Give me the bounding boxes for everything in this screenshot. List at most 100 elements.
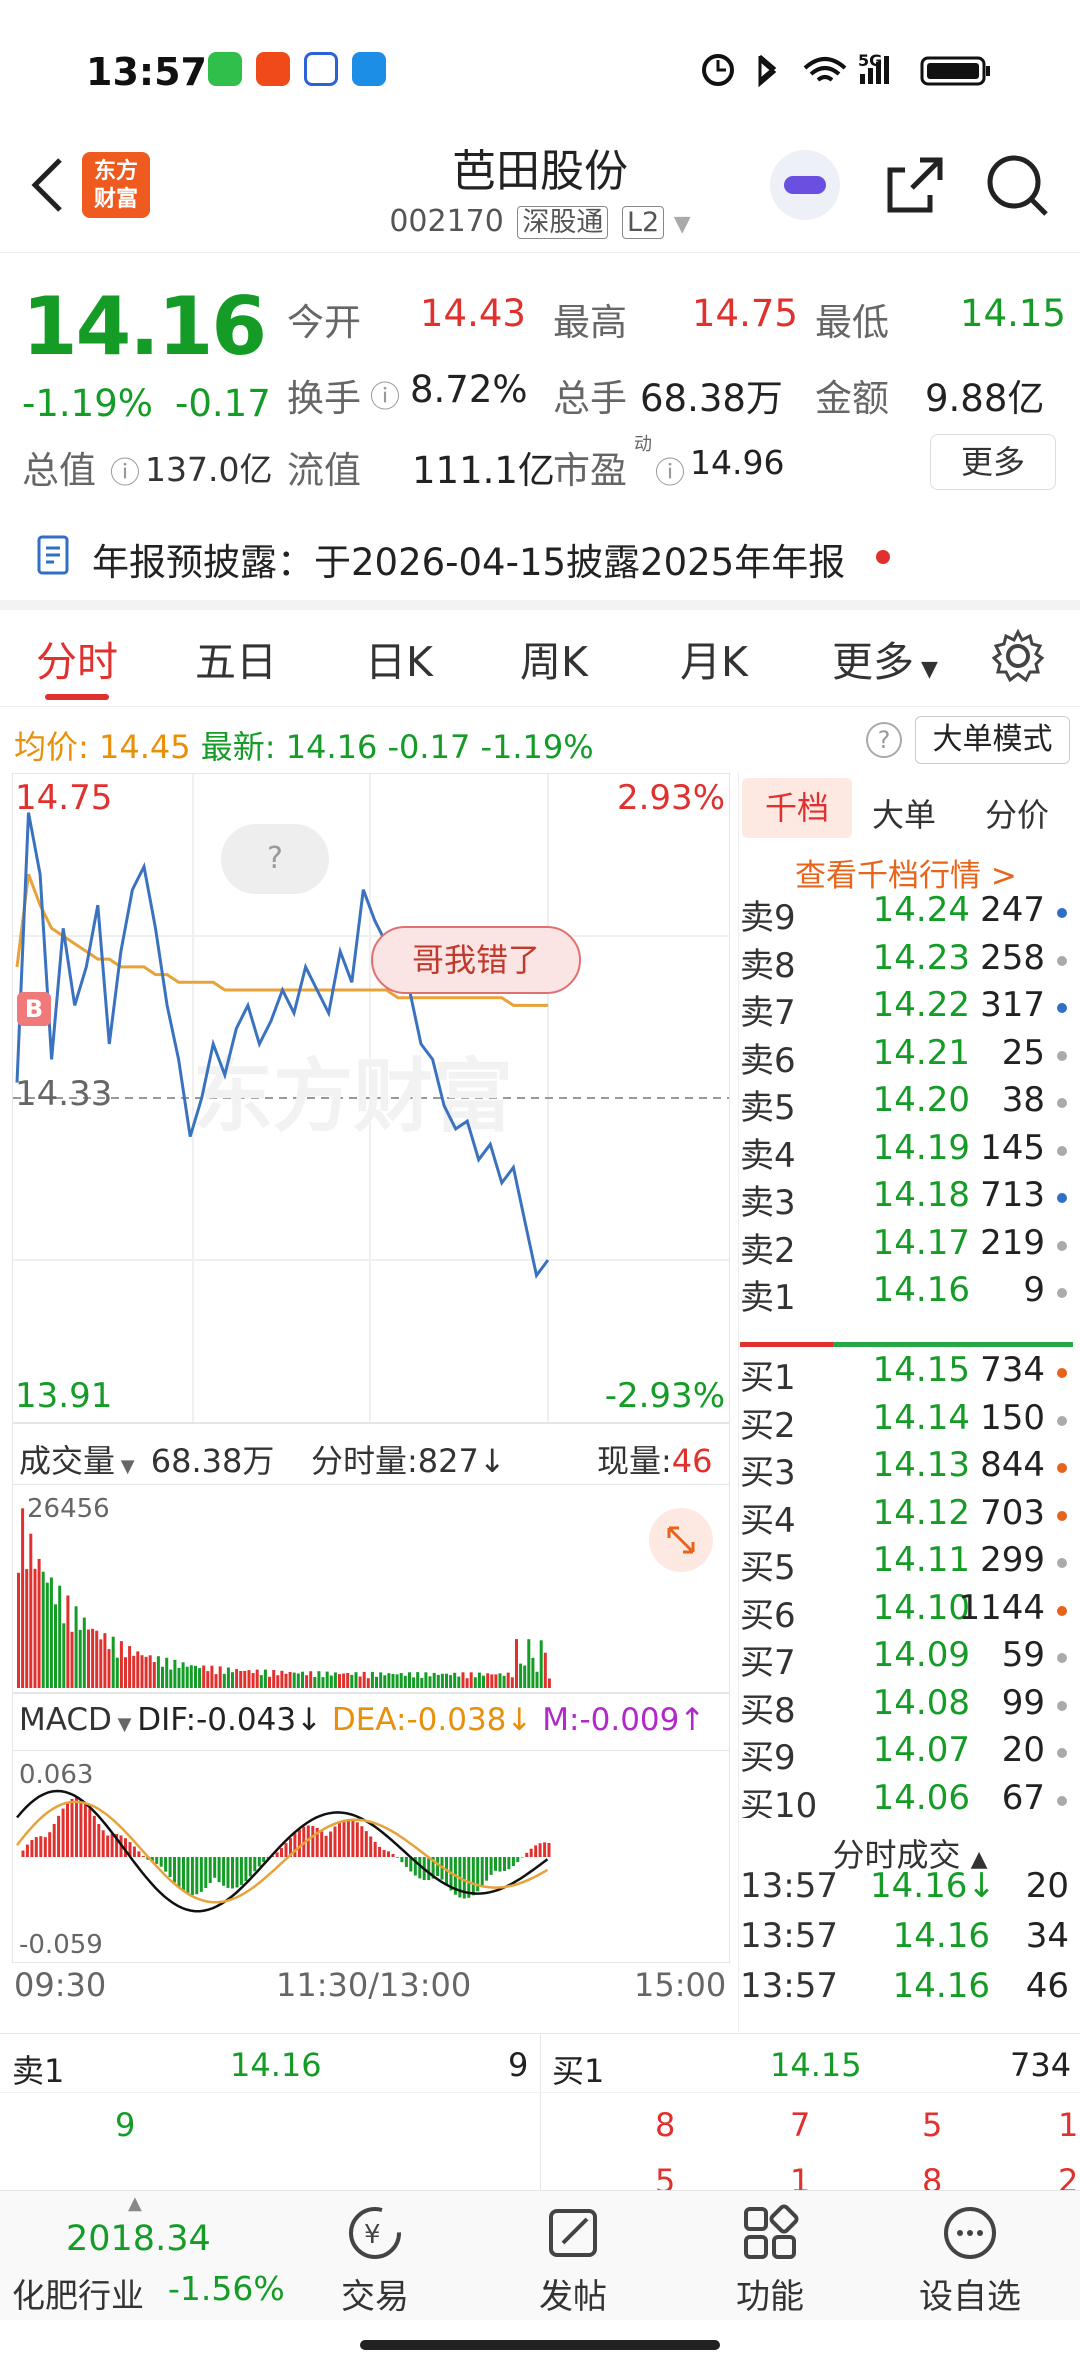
macd-histogram-bar bbox=[351, 1819, 355, 1857]
order-flag-dot bbox=[1057, 1415, 1067, 1426]
tab-more[interactable]: 更多 ▼ bbox=[832, 628, 938, 688]
order-price: 14.12 bbox=[872, 1492, 970, 1533]
intraday-chart[interactable]: 东方财富 14.75 14.33 13.91 2.93% -2.93% ? 哥我… bbox=[12, 773, 730, 1423]
nav-trade[interactable]: ¥ 交易 bbox=[300, 2203, 450, 2318]
order-book-row[interactable]: 买9 14.07 20 bbox=[740, 1730, 1075, 1778]
dropdown-icon[interactable]: ▼ bbox=[674, 212, 691, 237]
volume-panel[interactable]: 成交量 ▼ 68.38万 分时量:827↓ 现量:46 26456 bbox=[12, 1423, 730, 1693]
notice-text: 年报预披露：于2026-04-15披露2025年年报 bbox=[92, 541, 846, 584]
macd-histogram-bar bbox=[106, 1835, 110, 1857]
order-book-row[interactable]: 卖3 14.18 713 bbox=[740, 1175, 1075, 1223]
tab-weekly-k[interactable]: 周K bbox=[520, 628, 588, 688]
volume-label[interactable]: 成交量 bbox=[19, 1442, 115, 1480]
tick-time: 13:57 bbox=[740, 1966, 838, 2006]
assistant-avatar[interactable] bbox=[770, 150, 840, 220]
order-price: 14.18 bbox=[872, 1175, 970, 1215]
macd-label[interactable]: MACD bbox=[19, 1702, 112, 1738]
order-flag-dot bbox=[1057, 1748, 1067, 1758]
order-book-row[interactable]: 买2 14.14 150 bbox=[740, 1398, 1075, 1446]
volume-bar bbox=[103, 1633, 107, 1688]
order-book-row[interactable]: 卖7 14.22 317 bbox=[740, 985, 1075, 1033]
app-notification-icon bbox=[256, 52, 290, 86]
industry-change: -1.56% bbox=[168, 2269, 285, 2308]
tab-five-day[interactable]: 五日 bbox=[195, 628, 277, 688]
nav-add-watchlist[interactable]: 设自选 bbox=[895, 2203, 1045, 2318]
macd-histogram-bar bbox=[97, 1824, 101, 1857]
order-book-row[interactable]: 买1 14.15 734 bbox=[740, 1350, 1075, 1398]
macd-histogram-bar bbox=[52, 1824, 56, 1857]
volume-bar bbox=[66, 1595, 70, 1688]
order-book-tab-price[interactable]: 分价 bbox=[985, 790, 1049, 836]
comment-bubble[interactable]: 哥我错了 bbox=[371, 926, 581, 994]
order-book-row[interactable]: 买4 14.12 703 bbox=[740, 1493, 1075, 1541]
macd-panel[interactable]: MACD ▼ DIF:-0.043↓ DEA:-0.038↓ M:-0.009↑… bbox=[12, 1693, 730, 1963]
search-icon[interactable] bbox=[982, 150, 1052, 220]
volume-bar bbox=[41, 1571, 45, 1688]
macd-histogram-bar bbox=[222, 1857, 226, 1886]
volume-bar bbox=[243, 1670, 247, 1688]
order-book-row[interactable]: 买5 14.11 299 bbox=[740, 1540, 1075, 1588]
volume-bar bbox=[403, 1675, 407, 1688]
large-order-mode-button[interactable]: 大单模式 bbox=[915, 716, 1070, 764]
annual-report-notice[interactable]: 年报预披露：于2026-04-15披露2025年年报 bbox=[0, 510, 1080, 600]
buy-queue-order: 8 bbox=[655, 2106, 676, 2144]
volume-bar bbox=[301, 1671, 304, 1688]
order-flag-dot bbox=[1057, 1700, 1067, 1711]
home-indicator[interactable] bbox=[360, 2340, 720, 2350]
info-icon[interactable]: ⓘ bbox=[370, 372, 400, 416]
volume-bar bbox=[231, 1672, 234, 1688]
order-price: 14.22 bbox=[872, 985, 970, 1025]
macd-histogram-bar bbox=[195, 1857, 199, 1895]
order-book-row[interactable]: 买7 14.09 59 bbox=[740, 1635, 1075, 1683]
tab-intraday[interactable]: 分时 bbox=[36, 628, 118, 688]
volume-bar bbox=[547, 1678, 551, 1688]
help-icon[interactable]: ? bbox=[866, 722, 902, 758]
nav-post[interactable]: 发帖 bbox=[498, 2203, 648, 2318]
info-icon[interactable]: ⓘ bbox=[655, 448, 685, 492]
macd-dif: DIF:-0.043 bbox=[137, 1702, 297, 1738]
settings-gear-icon[interactable] bbox=[990, 628, 1046, 684]
order-book-row[interactable]: 买8 14.08 99 bbox=[740, 1683, 1075, 1731]
order-flag-dot bbox=[1057, 1368, 1067, 1378]
order-book-tab-large[interactable]: 大单 bbox=[872, 790, 936, 836]
share-icon[interactable] bbox=[880, 150, 950, 220]
avg-price-value: 14.45 bbox=[98, 728, 191, 766]
order-book-row[interactable]: 卖5 14.20 38 bbox=[740, 1080, 1075, 1128]
volume-bar bbox=[288, 1672, 292, 1688]
order-book-row[interactable]: 卖2 14.17 219 bbox=[740, 1223, 1075, 1271]
order-level-label: 买6 bbox=[740, 1595, 796, 1636]
volume-bar bbox=[78, 1629, 82, 1688]
volume-bar bbox=[198, 1668, 202, 1688]
volume-bar bbox=[375, 1676, 378, 1688]
info-icon[interactable]: ⓘ bbox=[110, 448, 140, 492]
order-book-row[interactable]: 买3 14.13 844 bbox=[740, 1445, 1075, 1493]
tick-volume: 20 bbox=[1025, 1866, 1069, 1906]
volume-bar bbox=[161, 1666, 164, 1688]
tab-daily-k[interactable]: 日K bbox=[365, 628, 433, 688]
volume-bar bbox=[440, 1673, 444, 1688]
nav-functions[interactable]: 功能 bbox=[695, 2203, 845, 2318]
macd-histogram-bar bbox=[48, 1832, 52, 1857]
order-book-tab-thousand[interactable]: 千档 bbox=[742, 778, 852, 838]
tab-monthly-k[interactable]: 月K bbox=[680, 628, 748, 688]
macd-histogram-bar bbox=[360, 1826, 364, 1857]
order-book-row[interactable]: 卖4 14.19 145 bbox=[740, 1128, 1075, 1176]
order-book-row[interactable]: 卖9 14.24 247 bbox=[740, 890, 1075, 938]
macd-histogram-bar bbox=[311, 1826, 315, 1857]
order-book-row[interactable]: 卖8 14.23 258 bbox=[740, 938, 1075, 986]
macd-histogram-bar bbox=[34, 1837, 38, 1857]
volume-bar bbox=[309, 1671, 313, 1688]
question-bubble[interactable]: ? bbox=[221, 824, 329, 894]
order-book-row[interactable]: 卖6 14.21 25 bbox=[740, 1033, 1075, 1081]
order-book-row[interactable]: 卖1 14.16 9 bbox=[740, 1270, 1075, 1318]
volume-bar bbox=[428, 1676, 432, 1688]
buy-marker[interactable]: B bbox=[17, 992, 51, 1026]
volume-bar bbox=[25, 1569, 29, 1688]
order-book-row[interactable]: 买6 14.10 1144 bbox=[740, 1588, 1075, 1636]
more-button[interactable]: 更多 bbox=[930, 434, 1056, 490]
order-price: 14.14 bbox=[872, 1397, 970, 1438]
volume-bar bbox=[218, 1666, 222, 1688]
volume-bar bbox=[148, 1655, 152, 1688]
industry-index[interactable]: ▲ 2018.34 化肥行业 -1.56% bbox=[0, 2191, 290, 2321]
view-order-book-link[interactable]: 查看千档行情 > bbox=[795, 850, 1017, 895]
